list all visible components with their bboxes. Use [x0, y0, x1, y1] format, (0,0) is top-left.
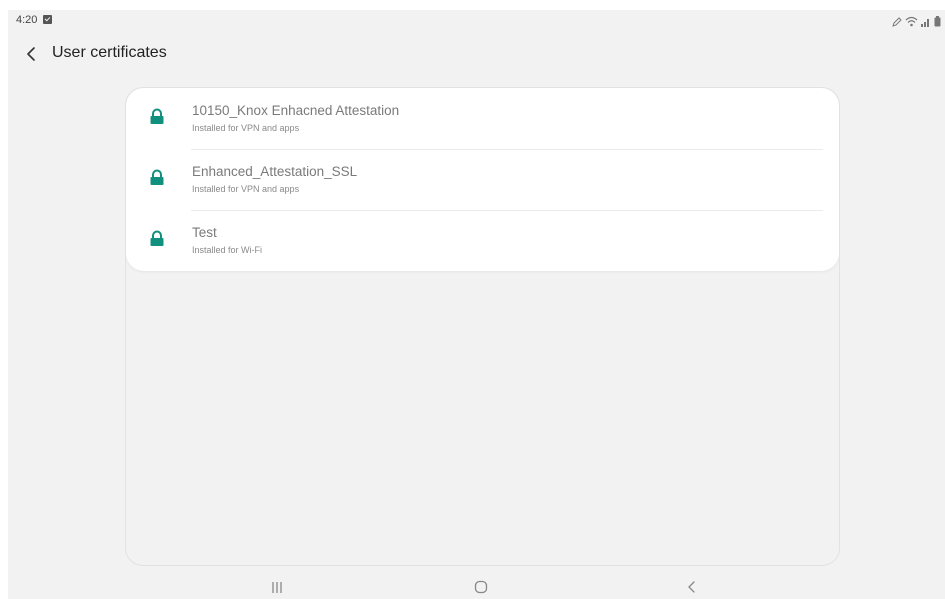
certificates-card: 10150_Knox Enhacned Attestation Installe… [125, 87, 840, 566]
signal-icon [921, 19, 929, 27]
certificate-name: Enhanced_Attestation_SSL [192, 164, 358, 179]
certificate-detail: Installed for Wi-Fi [192, 245, 263, 255]
wifi-icon [905, 16, 918, 27]
status-icons [892, 13, 941, 27]
lock-icon [150, 230, 164, 246]
chevron-left-icon [27, 47, 35, 61]
recents-icon [272, 582, 282, 593]
back-icon [688, 581, 695, 593]
certificate-name: 10150_Knox Enhacned Attestation [192, 103, 400, 118]
certificate-detail: Installed for VPN and apps [192, 123, 300, 133]
home-button[interactable] [466, 576, 496, 598]
page-title: User certificates [52, 44, 167, 61]
status-time: 4:20 [16, 14, 38, 26]
certificate-name: Test [192, 225, 217, 240]
certificate-item-enhanced-ssl[interactable]: Enhanced_Attestation_SSL Installed for V… [126, 149, 839, 210]
certificate-item-knox-attestation[interactable]: 10150_Knox Enhacned Attestation Installe… [126, 88, 839, 149]
checkbox-notification-icon [43, 15, 52, 24]
battery-icon [934, 16, 941, 27]
lock-icon [150, 108, 164, 124]
certificate-item-test[interactable]: Test Installed for Wi-Fi [126, 210, 839, 271]
home-icon [474, 580, 488, 594]
screen: 4:20 User certificates 10150_Knox Enhacn… [8, 10, 945, 599]
recents-button[interactable] [262, 576, 292, 598]
status-bar: 4:20 [8, 10, 945, 32]
certificate-list: 10150_Knox Enhacned Attestation Installe… [126, 88, 839, 271]
navigation-bar [8, 576, 945, 599]
edit-pen-icon [892, 17, 902, 27]
lock-icon [150, 169, 164, 185]
certificate-detail: Installed for VPN and apps [192, 184, 300, 194]
nav-back-button[interactable] [676, 576, 706, 598]
back-button[interactable] [20, 42, 44, 66]
app-bar: User certificates [8, 40, 945, 68]
